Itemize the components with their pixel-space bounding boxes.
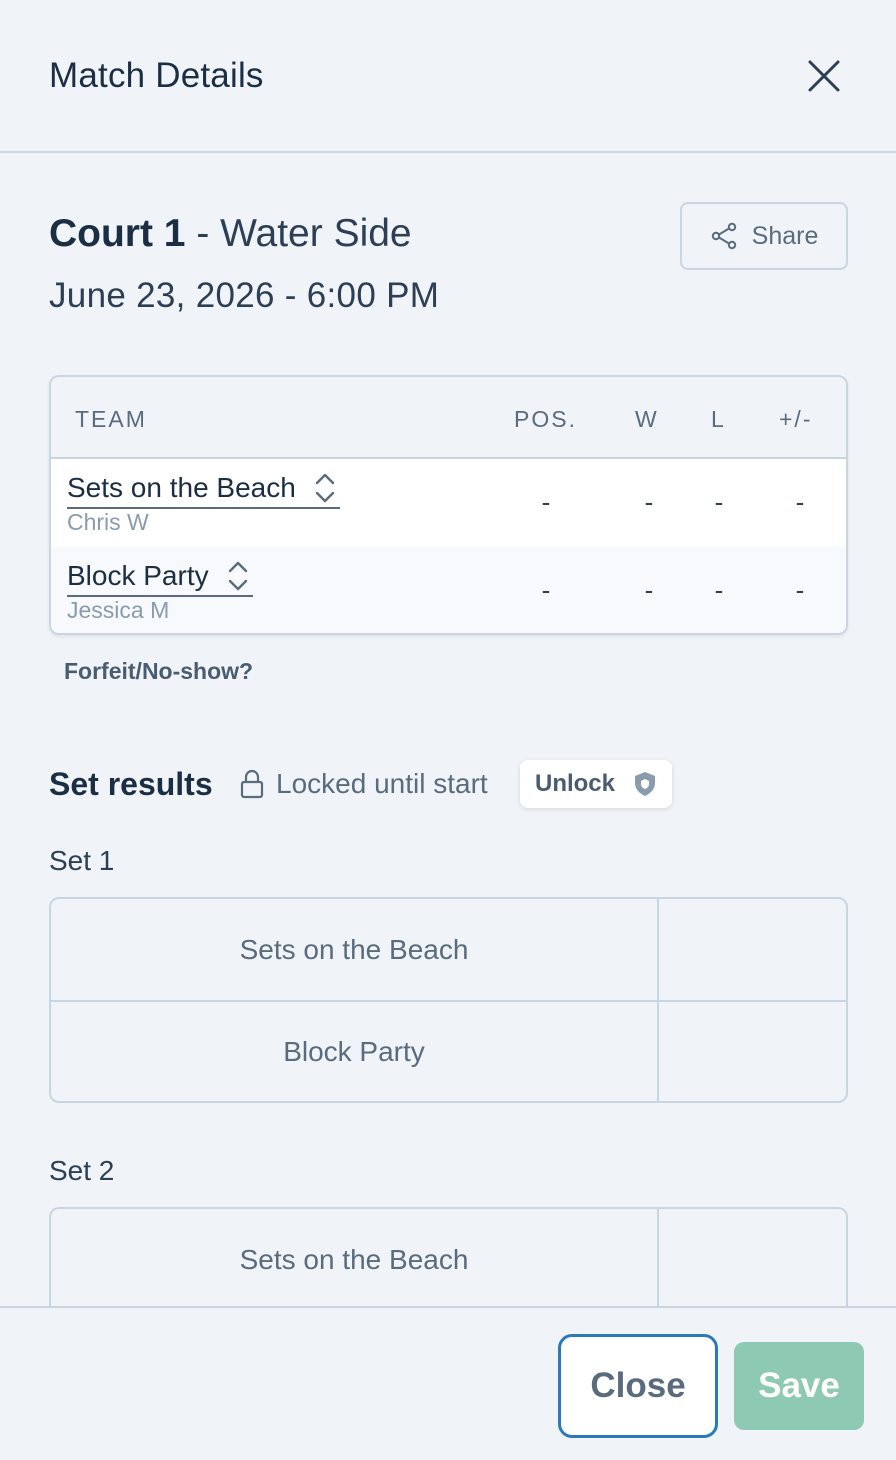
header-pos: POS.	[514, 406, 577, 432]
court-subtitle: - Water Side	[196, 212, 412, 255]
player-name: Jessica M	[67, 597, 170, 623]
cell-plus-minus: -	[795, 575, 805, 605]
lock-icon	[240, 769, 264, 799]
team-name: Sets on the Beach	[67, 472, 296, 503]
set-team-name: Sets on the Beach	[239, 1243, 469, 1275]
header-team: TEAM	[75, 406, 147, 432]
cell-pos: -	[541, 487, 551, 517]
modal-title: Match Details	[49, 56, 264, 95]
share-label: Share	[751, 221, 819, 250]
shield-icon	[635, 772, 655, 796]
set-team-name: Sets on the Beach	[239, 933, 469, 965]
team-select[interactable]: Block Party	[67, 557, 253, 597]
header-plus-minus: +/-	[779, 406, 813, 432]
set-score-input[interactable]	[657, 1002, 846, 1101]
set-score-input[interactable]	[657, 899, 846, 1000]
chevron-updown-icon	[315, 473, 335, 503]
cell-w: -	[644, 575, 654, 605]
set-results-heading: Set results	[49, 766, 213, 802]
save-button[interactable]: Save	[734, 1342, 864, 1430]
table-row: Sets on the Beach Chris W - - - -	[51, 459, 846, 547]
lock-status-text: Locked until start	[276, 768, 488, 799]
chevron-updown-icon	[228, 561, 247, 591]
set-1-box: Sets on the Beach Block Party	[49, 897, 848, 1103]
set-row: Sets on the Beach	[51, 899, 846, 1000]
set-row: Block Party	[51, 1000, 846, 1101]
player-name: Chris W	[67, 509, 149, 535]
match-datetime: June 23, 2026 - 6:00 PM	[49, 276, 440, 315]
unlock-button[interactable]: Unlock	[520, 760, 672, 808]
court-title: Court 1 - Water Side	[49, 212, 412, 256]
set-row: Sets on the Beach	[51, 1209, 846, 1327]
cell-plus-minus: -	[795, 487, 805, 517]
standings-table: TEAM POS. W L +/- Sets on the Beach Chri…	[49, 375, 848, 635]
table-row: Block Party Jessica M - - - -	[51, 547, 846, 633]
close-icon[interactable]	[804, 56, 844, 96]
modal-footer: Close Save	[0, 1306, 896, 1460]
team-select[interactable]: Sets on the Beach	[67, 469, 340, 509]
team-name: Block Party	[67, 560, 209, 591]
cell-l: -	[714, 487, 724, 517]
header-l: L	[711, 406, 726, 432]
court-name: Court 1	[49, 212, 186, 255]
share-icon	[711, 222, 736, 250]
close-button[interactable]: Close	[558, 1334, 718, 1438]
lock-status: Locked until start	[240, 768, 488, 800]
header-w: W	[635, 406, 659, 432]
forfeit-link[interactable]: Forfeit/No-show?	[64, 658, 253, 685]
unlock-label: Unlock	[534, 770, 615, 797]
set-2-label: Set 2	[49, 1155, 115, 1186]
table-header: TEAM POS. W L +/-	[51, 377, 846, 459]
set-1-label: Set 1	[49, 845, 115, 876]
set-team-name: Block Party	[283, 1035, 425, 1067]
cell-pos: -	[541, 575, 551, 605]
share-button[interactable]: Share	[680, 202, 848, 270]
modal-header: Match Details	[0, 0, 896, 153]
cell-l: -	[714, 575, 724, 605]
cell-w: -	[644, 487, 654, 517]
